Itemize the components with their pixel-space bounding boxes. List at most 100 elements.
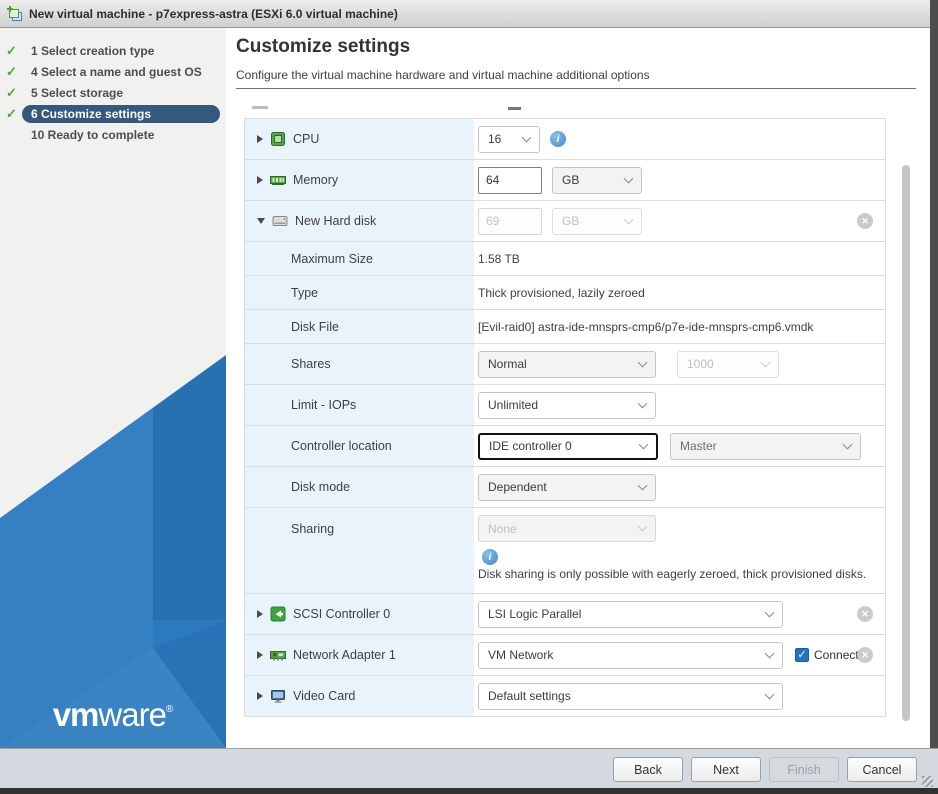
step-customize-settings[interactable]: ✓ 6 Customize settings (6, 103, 220, 124)
window-right-edge (930, 0, 938, 748)
step-ready-to-complete[interactable]: 10 Ready to complete (6, 124, 220, 145)
titlebar: New virtual machine - p7express-astra (E… (0, 0, 930, 28)
memory-row-value-cell: GB (474, 160, 885, 200)
controller-select[interactable]: IDE controller 0 (478, 432, 658, 460)
memory-size-input[interactable] (478, 166, 542, 194)
scsi-row-value-cell: LSI Logic Parallel ✕ (474, 594, 885, 634)
table-row-type: Type Thick provisioned, lazily zeroed (245, 276, 885, 310)
limit-iops-select[interactable]: Unlimited (478, 391, 656, 419)
row-label: Network Adapter 1 (293, 648, 396, 662)
disk-mode-label-cell: Disk mode (245, 467, 474, 507)
row-label: Memory (293, 173, 339, 187)
video-card-icon (271, 690, 285, 703)
expand-arrow-icon[interactable] (257, 692, 263, 700)
chevron-down-icon (637, 357, 648, 367)
table-row-disk-file: Disk File [Evil-raid0] astra-ide-mnsprs-… (245, 310, 885, 344)
chevron-down-icon (764, 607, 775, 617)
connect-checkbox[interactable]: ✓ (795, 648, 809, 662)
disk-unit-value: GB (562, 214, 580, 228)
row-label: Maximum Size (291, 251, 373, 266)
step-label: 5 Select storage (31, 85, 124, 100)
resize-grip-icon[interactable] (922, 776, 933, 787)
shares-count-value: 1000 (687, 357, 714, 371)
row-label: Disk File (291, 319, 339, 334)
table-row-scsi-controller: SCSI Controller 0 LSI Logic Parallel ✕ (245, 594, 885, 635)
hardware-settings-table: CPU 16 i Memory 64 GB New Hard disk 69 G… (244, 118, 886, 717)
shares-select[interactable]: Normal (478, 350, 656, 378)
row-label: SCSI Controller 0 (293, 607, 391, 621)
video-settings-select[interactable]: Default settings (478, 682, 783, 710)
table-row-cpu: CPU 16 i (245, 119, 885, 160)
step-select-storage[interactable]: ✓ 5 Select storage (6, 82, 220, 103)
remove-device-icon[interactable]: ✕ (857, 213, 873, 229)
hard-disk-row-label-cell: New Hard disk (245, 201, 474, 241)
table-row-video-card: Video Card Default settings (245, 676, 885, 717)
step-select-creation-type[interactable]: ✓ 1 Select creation type (6, 40, 220, 61)
next-button[interactable]: Next (691, 757, 761, 782)
chevron-down-icon (637, 521, 648, 532)
memory-row-label-cell: Memory (245, 160, 474, 200)
collapse-arrow-icon[interactable] (257, 218, 265, 224)
check-icon: ✓ (6, 42, 17, 58)
row-label: Type (291, 285, 319, 300)
limit-iops-value-cell: Unlimited (474, 385, 885, 425)
controller-position-value: Master (680, 439, 717, 453)
scrollbar-thumb[interactable] (902, 165, 910, 721)
disk-unit-select: GB (552, 207, 642, 235)
window-title: New virtual machine - p7express-astra (E… (29, 6, 398, 21)
table-row-maximum-size: Maximum Size 1.58 TB (245, 242, 885, 276)
scsi-type-select[interactable]: LSI Logic Parallel (478, 600, 783, 628)
memory-icon (270, 176, 286, 185)
network-row-label-cell: Network Adapter 1 (245, 635, 474, 675)
network-select[interactable]: VM Network (478, 641, 783, 669)
wizard-sidebar: ✓ 1 Select creation type ✓ 4 Select a na… (0, 28, 226, 748)
expand-arrow-icon[interactable] (257, 135, 263, 143)
row-label: New Hard disk (295, 214, 377, 228)
expand-arrow-icon[interactable] (257, 610, 263, 618)
maximum-size-value: 1.58 TB (478, 251, 520, 266)
table-row-memory: Memory GB (245, 160, 885, 201)
network-adapter-icon (270, 651, 286, 661)
hard-disk-icon (272, 216, 288, 226)
network-value: VM Network (488, 648, 554, 662)
controller-position-select: Master (670, 432, 861, 460)
video-row-value-cell: Default settings (474, 676, 885, 716)
step-label: 10 Ready to complete (31, 127, 155, 142)
table-row-disk-mode: Disk mode Dependent (245, 467, 885, 508)
disk-file-value-cell: [Evil-raid0] astra-ide-mnsprs-cmp6/p7e-i… (474, 310, 885, 343)
disk-file-label-cell: Disk File (245, 310, 474, 343)
check-icon: ✓ (6, 84, 17, 100)
vmware-logo: vmware® (52, 696, 174, 733)
back-button[interactable]: Back (613, 757, 683, 782)
cpu-count-value: 16 (488, 132, 502, 146)
check-icon: ✓ (6, 105, 17, 121)
cancel-button[interactable]: Cancel (847, 757, 917, 782)
expand-arrow-icon[interactable] (257, 176, 263, 184)
expand-arrow-icon[interactable] (257, 651, 263, 659)
network-row-value-cell: VM Network ✓ Connect ✕ (474, 635, 885, 675)
cpu-count-select[interactable]: 16 (478, 125, 540, 153)
limit-iops-label-cell: Limit - IOPs (245, 385, 474, 425)
scsi-row-label-cell: SCSI Controller 0 (245, 594, 474, 634)
sharing-select: None (478, 515, 656, 542)
row-label: CPU (293, 132, 320, 146)
remove-device-icon[interactable]: ✕ (857, 606, 873, 622)
cpu-row-label-cell: CPU (245, 119, 474, 159)
remove-device-icon[interactable]: ✕ (857, 647, 873, 663)
sharing-note: Disk sharing is only possible with eager… (478, 567, 867, 581)
chevron-down-icon (638, 439, 649, 449)
video-settings-value: Default settings (488, 689, 571, 703)
info-icon: i (482, 549, 498, 565)
scsi-type-value: LSI Logic Parallel (488, 607, 582, 621)
page-title: Customize settings (236, 36, 411, 57)
step-select-name-guest-os[interactable]: ✓ 4 Select a name and guest OS (6, 61, 220, 82)
new-vm-icon (7, 5, 22, 21)
connect-checkbox-label: Connect (814, 648, 859, 662)
sharing-label-cell: Sharing (245, 508, 474, 593)
disk-size-input (478, 207, 542, 235)
memory-unit-select[interactable]: GB (552, 166, 642, 194)
disk-mode-value-cell: Dependent (474, 467, 885, 507)
sharing-value-cell: None i Disk sharing is only possible wit… (474, 508, 885, 593)
disk-mode-select[interactable]: Dependent (478, 473, 656, 501)
maximum-size-value-cell: 1.58 TB (474, 242, 885, 275)
